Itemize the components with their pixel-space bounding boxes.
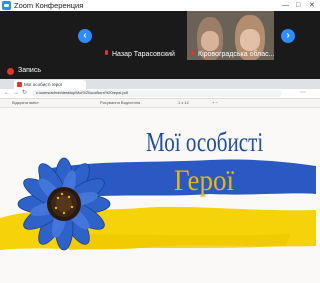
maximize-button[interactable]: □ <box>296 0 300 11</box>
record-icon <box>7 68 14 75</box>
participant-face <box>240 29 260 51</box>
slide-title-line1: Мої особисті <box>146 127 264 157</box>
menu-icon[interactable]: ⋯ <box>300 90 306 97</box>
reload-icon[interactable]: ↻ <box>22 90 27 97</box>
participant-name: Кіровоградська облас... <box>198 51 275 58</box>
shared-screen-browser: Мої особисті герої ← → ↻ c:/users/admin/… <box>0 79 320 283</box>
participant-label: Назар Тарасовский <box>104 50 175 58</box>
minimize-button[interactable]: — <box>282 0 289 11</box>
yellow-brush-stroke <box>60 234 290 250</box>
pdf-toolbar-contents[interactable]: Відкрити вміст <box>12 99 39 107</box>
tab-title: Мої особисті герої <box>24 82 63 87</box>
back-icon[interactable]: ← <box>4 90 10 97</box>
zoom-logo-icon <box>2 1 11 10</box>
window-titlebar: Zoom Конференция — □ ✕ <box>0 0 320 11</box>
participant-label: Кіровоградська облас... <box>190 50 274 58</box>
url-field[interactable]: c:/users/admin/desktop/Мої%20особисті%20… <box>32 90 282 97</box>
pdf-favicon-icon <box>17 82 22 87</box>
gallery-next-button[interactable]: › <box>281 29 295 43</box>
mic-muted-icon <box>104 50 110 56</box>
forward-icon[interactable]: → <box>13 90 19 97</box>
slide-title-line2: Герої <box>174 164 235 197</box>
window-title: Zoom Конференция <box>14 1 84 10</box>
mic-muted-icon <box>190 50 196 56</box>
pdf-slide: Мої особисті Герої <box>0 108 320 283</box>
pdf-toolbar: Відкрити вміст Рисування Виділення 1 з 1… <box>0 99 320 108</box>
participant-face <box>201 31 219 51</box>
browser-tab[interactable]: Мої особисті герої <box>14 80 86 89</box>
pdf-page-indicator[interactable]: 1 з 12 <box>178 99 189 107</box>
recording-label: Запись <box>18 67 41 74</box>
browser-tabstrip: Мої особисті герої <box>0 79 320 89</box>
browser-addressbar: ← → ↻ c:/users/admin/desktop/Мої%20особи… <box>0 89 320 99</box>
recording-indicator[interactable]: Запись <box>0 64 320 79</box>
participant-name: Назар Тарасовский <box>112 51 175 58</box>
close-button[interactable]: ✕ <box>309 0 315 11</box>
pdf-zoom-controls[interactable]: + − <box>212 99 218 107</box>
gallery-prev-button[interactable]: ‹ <box>78 29 92 43</box>
pdf-toolbar-tools[interactable]: Рисування Виділення <box>100 99 140 107</box>
